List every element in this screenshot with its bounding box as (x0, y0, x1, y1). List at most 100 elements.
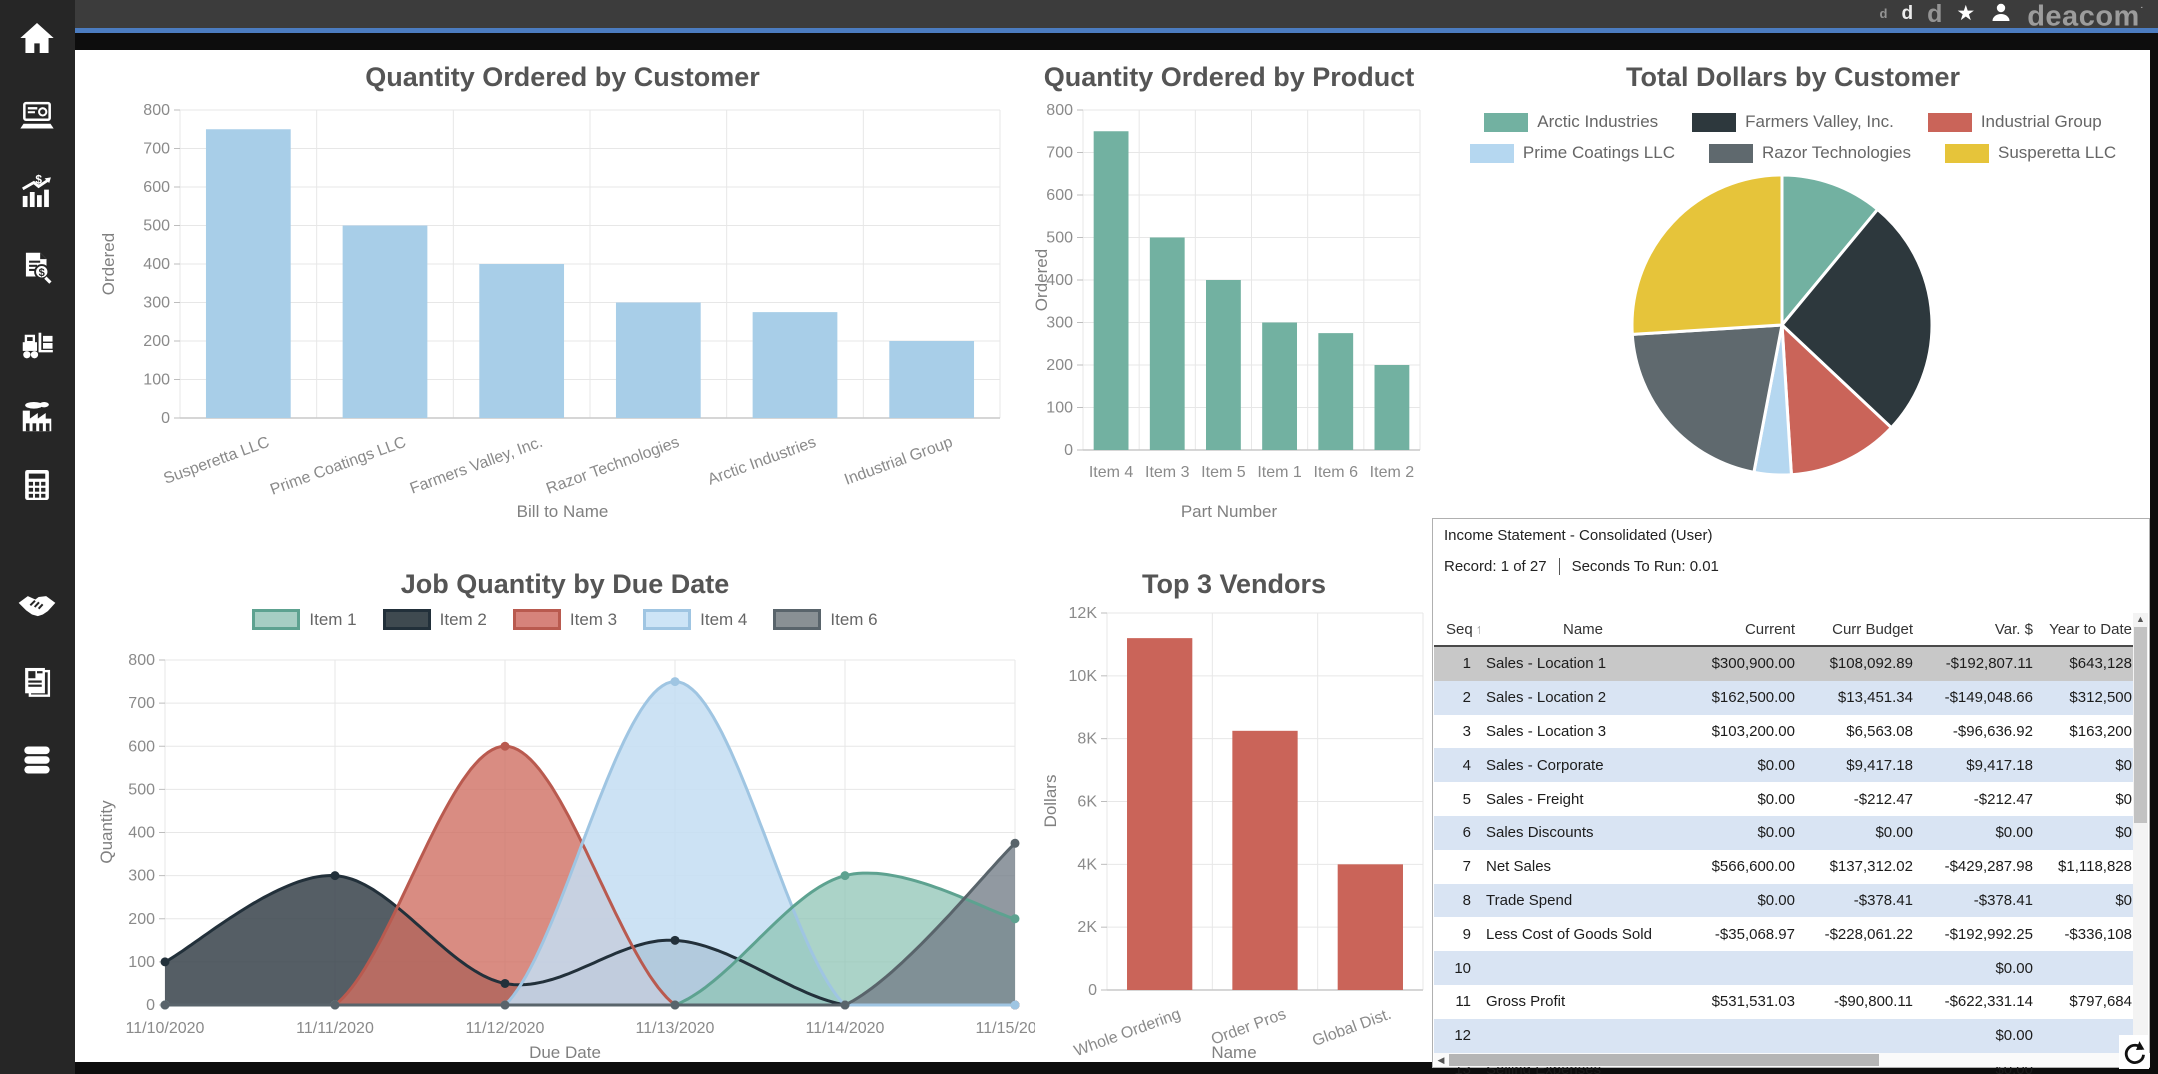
data-point-Item 2[interactable] (331, 871, 340, 880)
data-point-Item 1[interactable] (841, 871, 850, 880)
bar-Item 4[interactable] (1094, 131, 1129, 450)
data-point-Item 4[interactable] (671, 677, 680, 686)
bar-Prime Coatings LLC[interactable] (343, 226, 428, 419)
y-tick-label: 2K (1077, 919, 1097, 936)
bar-Order Pros[interactable] (1232, 731, 1297, 990)
cell-Var. $: $0.00 (1922, 824, 2042, 841)
sidebar-item-crm[interactable] (15, 585, 59, 629)
document-search-icon: $ (18, 248, 56, 286)
table-row-12[interactable]: 12$0.00 (1434, 1019, 2135, 1053)
data-point-Item 3[interactable] (501, 742, 510, 751)
column-header-Var. $[interactable]: Var. $ (1922, 621, 2042, 638)
data-point-Item 2[interactable] (161, 957, 170, 966)
bar-chart-quantity-by-customer: Quantity Ordered by Customer 01002003004… (95, 50, 1030, 550)
y-tick-label: 8K (1077, 731, 1097, 748)
table-row-6[interactable]: 6Sales Discounts$0.00$0.00$0.00$0 (1434, 816, 2135, 850)
table-body: 1Sales - Location 1$300,900.00$108,092.8… (1434, 647, 2135, 1074)
bar-Arctic Industries[interactable] (753, 312, 838, 418)
data-point-Item 6[interactable] (331, 1001, 340, 1010)
y-tick-label: 0 (1088, 982, 1097, 999)
sidebar-item-reports[interactable] (15, 661, 59, 705)
vertical-scrollbar[interactable]: ▲ ▼ (2133, 613, 2148, 1053)
sidebar-item-data[interactable] (15, 738, 59, 782)
bar-Item 1[interactable] (1262, 323, 1297, 451)
bar-Industrial Group[interactable] (889, 341, 974, 418)
sidebar-item-sales[interactable]: $ (15, 170, 59, 214)
window-tab-1[interactable]: d (1880, 0, 1888, 28)
legend-item-Susperetta LLC[interactable]: Susperetta LLC (1945, 143, 2116, 163)
cell-Name: Sales - Location 3 (1480, 723, 1684, 740)
bar-Item 6[interactable] (1318, 333, 1353, 450)
legend-item-Item 2[interactable]: Item 2 (383, 609, 487, 630)
legend-swatch (1709, 144, 1753, 163)
legend-item-Item 6[interactable]: Item 6 (773, 609, 877, 630)
column-header-Current[interactable]: Current (1684, 621, 1804, 638)
legend-item-Item 4[interactable]: Item 4 (643, 609, 747, 630)
legend-item-Industrial Group[interactable]: Industrial Group (1928, 112, 2102, 132)
table-row-2[interactable]: 2Sales - Location 2$162,500.00$13,451.34… (1434, 681, 2135, 715)
x-tick-label: Item 6 (1314, 464, 1359, 481)
scroll-left-icon[interactable]: ◀ (1434, 1053, 1448, 1067)
table-row-11[interactable]: 11Gross Profit$531,531.03-$90,800.11-$62… (1434, 985, 2135, 1019)
column-header-Curr Budget[interactable]: Curr Budget (1804, 621, 1922, 638)
legend-item-Prime Coatings LLC[interactable]: Prime Coatings LLC (1470, 143, 1675, 163)
legend-item-Arctic Industries[interactable]: Arctic Industries (1484, 112, 1658, 132)
bar-Item 3[interactable] (1150, 238, 1185, 451)
data-point-Item 6[interactable] (161, 1001, 170, 1010)
sidebar-item-order-lookup[interactable]: $ (15, 245, 59, 289)
sidebar-item-accounting[interactable] (15, 463, 59, 507)
vertical-scroll-thumb[interactable] (2134, 627, 2147, 823)
horizontal-scroll-thumb[interactable] (1449, 1054, 1879, 1066)
table-row-3[interactable]: 3Sales - Location 3$103,200.00$6,563.08-… (1434, 715, 2135, 749)
bar-Susperetta LLC[interactable] (206, 129, 291, 418)
window-tab-3[interactable]: d (1927, 0, 1942, 28)
quantity-by-product-plot[interactable]: 0100200300400500600700800Item 4Item 3Ite… (1028, 50, 1430, 550)
table-row-8[interactable]: 8Trade Spend$0.00-$378.41-$378.41$0 (1434, 884, 2135, 918)
data-point-Item 4[interactable] (1011, 1001, 1020, 1010)
top-vendors-plot[interactable]: 02K4K6K8K10K12KWhole OrderingOrder ProsG… (1035, 545, 1433, 1070)
sidebar-item-inventory[interactable] (15, 321, 59, 365)
sidebar-item-workstation[interactable] (15, 93, 59, 137)
bar-Global Dist.[interactable] (1338, 864, 1403, 990)
sidebar-item-home[interactable] (15, 16, 59, 60)
legend-item-Farmers Valley, Inc.[interactable]: Farmers Valley, Inc. (1692, 112, 1894, 132)
table-row-5[interactable]: 5Sales - Freight$0.00-$212.47-$212.47$0 (1434, 782, 2135, 816)
favorites-star-icon[interactable]: ★ (1956, 0, 1975, 28)
sidebar-item-production[interactable] (15, 395, 59, 439)
table-row-7[interactable]: 7Net Sales$566,600.00$137,312.02-$429,28… (1434, 850, 2135, 884)
pie-slice-Razor Technologies[interactable] (1632, 325, 1782, 472)
user-icon[interactable] (1989, 0, 2013, 29)
table-row-10[interactable]: 10$0.00 (1434, 951, 2135, 985)
report-pages-icon (18, 664, 56, 702)
legend-item-Item 3[interactable]: Item 3 (513, 609, 617, 630)
bar-Item 5[interactable] (1206, 280, 1241, 450)
legend-swatch (1928, 113, 1972, 132)
bar-Razor Technologies[interactable] (616, 303, 701, 419)
column-header-Seq[interactable]: Seq⇅ (1434, 621, 1480, 638)
column-header-Year to Date[interactable]: Year to Date (2042, 621, 2135, 638)
data-point-Item 6[interactable] (671, 1001, 680, 1010)
data-point-Item 1[interactable] (1011, 914, 1020, 923)
bar-Whole Ordering[interactable] (1127, 638, 1192, 990)
data-point-Item 2[interactable] (501, 979, 510, 988)
data-point-Item 6[interactable] (501, 1001, 510, 1010)
data-point-Item 6[interactable] (841, 1001, 850, 1010)
scroll-up-icon[interactable]: ▲ (2133, 613, 2148, 626)
window-tab-2[interactable]: d (1902, 0, 1914, 28)
bar-Farmers Valley, Inc.[interactable] (479, 264, 564, 418)
legend-item-Item 1[interactable]: Item 1 (252, 609, 356, 630)
bar-Item 2[interactable] (1375, 365, 1410, 450)
table-row-9[interactable]: 9Less Cost of Goods Sold-$35,068.97-$228… (1434, 917, 2135, 951)
table-row-1[interactable]: 1Sales - Location 1$300,900.00$108,092.8… (1434, 647, 2135, 681)
quantity-by-customer-plot[interactable]: 0100200300400500600700800Susperetta LLCP… (95, 50, 1030, 550)
data-point-Item 6[interactable] (1011, 839, 1020, 848)
horizontal-scrollbar[interactable]: ◀ ▶ (1434, 1053, 2150, 1067)
data-point-Item 2[interactable] (671, 936, 680, 945)
legend-item-Razor Technologies[interactable]: Razor Technologies (1709, 143, 1911, 163)
cell-Var. $: -$212.47 (1922, 791, 2042, 808)
pie-slice-Susperetta LLC[interactable] (1632, 175, 1782, 334)
column-header-Name[interactable]: Name (1480, 621, 1684, 638)
refresh-button[interactable] (2119, 1035, 2149, 1069)
table-row-4[interactable]: 4Sales - Corporate$0.00$9,417.18$9,417.1… (1434, 748, 2135, 782)
cell-Name: Gross Profit (1480, 993, 1684, 1010)
